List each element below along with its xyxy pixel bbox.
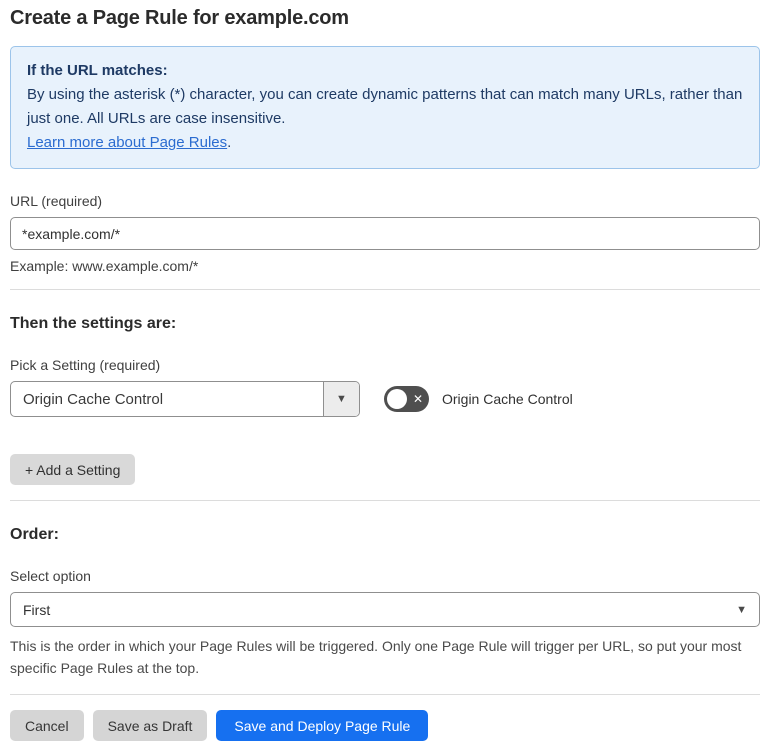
- setting-row: Origin Cache Control ▼ ✕ Origin Cache Co…: [10, 381, 760, 417]
- setting-picker-dropdown[interactable]: Origin Cache Control ▼: [10, 381, 360, 417]
- url-match-info-callout: If the URL matches: By using the asteris…: [10, 46, 760, 169]
- setting-picker-value: Origin Cache Control: [23, 390, 164, 408]
- toggle-label: Origin Cache Control: [442, 391, 573, 407]
- info-callout-heading: If the URL matches:: [27, 62, 168, 79]
- caret-down-icon[interactable]: ▼: [323, 382, 359, 416]
- learn-more-link[interactable]: Learn more about Page Rules: [27, 134, 227, 151]
- url-field-label: URL (required): [10, 193, 103, 209]
- order-helper-text: This is the order in which your Page Rul…: [10, 638, 742, 676]
- page-title: Create a Page Rule for example.com: [10, 7, 349, 29]
- save-and-deploy-button[interactable]: Save and Deploy Page Rule: [216, 710, 429, 741]
- info-callout-body: By using the asterisk (*) character, you…: [27, 86, 743, 127]
- x-icon: ✕: [412, 392, 423, 406]
- cancel-button[interactable]: Cancel: [10, 710, 84, 741]
- origin-cache-control-toggle[interactable]: ✕: [384, 386, 429, 412]
- add-setting-button[interactable]: + Add a Setting: [10, 454, 136, 485]
- order-select-value: First: [23, 601, 51, 618]
- info-callout-link-line: Learn more about Page Rules.: [27, 131, 743, 155]
- divider: [10, 500, 760, 501]
- caret-down-icon: ▼: [736, 603, 747, 616]
- divider: [10, 694, 760, 695]
- order-select-dropdown[interactable]: First ▼: [10, 592, 760, 627]
- toggle-knob: [387, 389, 407, 409]
- order-section-heading: Order:: [10, 526, 59, 543]
- save-as-draft-button[interactable]: Save as Draft: [92, 710, 208, 741]
- order-select-label: Select option: [10, 568, 91, 584]
- link-period: .: [227, 134, 232, 151]
- url-example-helper: Example: www.example.com/*: [10, 258, 199, 274]
- footer-actions: Cancel Save as Draft Save and Deploy Pag…: [10, 710, 760, 741]
- divider: [10, 289, 760, 290]
- settings-section-heading: Then the settings are:: [10, 315, 177, 332]
- pick-setting-label: Pick a Setting (required): [10, 357, 161, 373]
- create-page-rule-form: Create a Page Rule for example.com If th…: [0, 0, 770, 741]
- url-input[interactable]: [10, 217, 760, 250]
